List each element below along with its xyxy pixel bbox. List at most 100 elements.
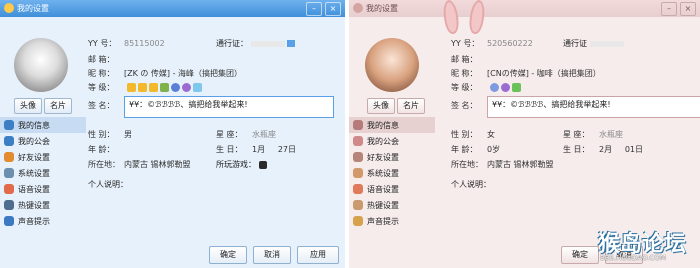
birthday-day: 27日 — [277, 145, 296, 154]
window-title: 我的设置 — [366, 4, 398, 13]
pass-label: 通行证： — [216, 39, 248, 48]
music-note-icon — [353, 216, 363, 226]
sidebar-item-label: 我的公会 — [18, 136, 50, 146]
emblem-icon — [500, 83, 510, 92]
crown-icon — [148, 83, 158, 92]
forum-watermark: 猴岛论坛 BBS.HOUDAO.COM — [598, 226, 698, 266]
window-title: 我的设置 — [17, 4, 49, 13]
sidebar-item-sound-alerts[interactable]: 声音提示 — [0, 213, 86, 229]
level-label: 等 级： — [451, 83, 478, 92]
pass-label: 通行证 — [563, 39, 587, 48]
signature-input[interactable]: ¥¥：©ℬℬℬℬ、搞把给我举起来! — [487, 96, 700, 118]
sidebar-item-label: 好友设置 — [367, 152, 399, 162]
nick-label: 昵 称： — [88, 69, 115, 78]
ok-button[interactable]: 确定 — [209, 246, 247, 264]
sidebar-item-system-settings[interactable]: 系统设置 — [349, 165, 435, 181]
gender-value: 女 — [487, 130, 495, 139]
age-value: 0岁 — [487, 145, 501, 154]
level-badges — [126, 83, 202, 92]
speaker-icon — [4, 184, 14, 194]
cancel-button[interactable]: 取消 — [253, 246, 291, 264]
gender-label: 性 别： — [88, 130, 115, 139]
yy-value: 520560222 — [487, 39, 533, 48]
sidebar-item-system-settings[interactable]: 系统设置 — [0, 165, 86, 181]
sidebar-item-label: 我的公会 — [367, 136, 399, 146]
avatar-button[interactable]: 头像 — [14, 98, 42, 114]
flag-icon — [353, 136, 363, 146]
avatar[interactable] — [14, 38, 68, 92]
close-button[interactable]: × — [680, 2, 696, 16]
sidebar-item-label: 热键设置 — [367, 200, 399, 210]
age-label: 年 龄： — [88, 145, 115, 154]
zodiac-label: 星 座： — [216, 130, 243, 139]
sidebar-item-friend-settings[interactable]: 好友设置 — [0, 149, 86, 165]
ear-left — [441, 0, 461, 35]
sidebar-item-label: 我的信息 — [367, 120, 399, 130]
bio-label: 个人说明： — [451, 180, 491, 189]
close-button[interactable]: × — [325, 2, 341, 16]
zodiac-value: 水瓶座 — [252, 130, 276, 139]
games-label: 所玩游戏： — [216, 160, 256, 169]
birthday-day: 01日 — [624, 145, 643, 154]
emblem-icon — [170, 83, 180, 92]
nick-value: [ZK の 传媒] - 海峰（搞把集团） — [124, 69, 243, 78]
level-badges — [489, 83, 521, 92]
minimize-button[interactable]: – — [306, 2, 322, 16]
crown-icon — [137, 83, 147, 92]
apply-button[interactable]: 应用 — [297, 246, 339, 264]
sig-label: 签 名： — [451, 101, 478, 110]
title-bar: 我的设置 – × — [349, 0, 700, 35]
sidebar-item-hotkey-settings[interactable]: 热键设置 — [349, 197, 435, 213]
zodiac-label: 星 座： — [563, 130, 590, 139]
yy-value: 85115002 — [124, 39, 165, 48]
avatar-button[interactable]: 头像 — [367, 98, 395, 114]
location-label: 所在地： — [88, 160, 120, 169]
ok-button[interactable]: 确定 — [561, 246, 599, 264]
yy-label: YY 号： — [88, 39, 117, 48]
flag-icon — [4, 136, 14, 146]
ear-right — [467, 0, 487, 35]
card-button[interactable]: 名片 — [44, 98, 72, 114]
app-icon — [4, 3, 14, 13]
avatar[interactable] — [365, 38, 419, 92]
sidebar-item-my-guild[interactable]: 我的公会 — [0, 133, 86, 149]
mail-label: 邮 箱： — [451, 55, 478, 64]
app-icon — [353, 3, 363, 13]
sidebar-item-voice-settings[interactable]: 语音设置 — [0, 181, 86, 197]
friends-icon — [353, 152, 363, 162]
mail-label: 邮 箱： — [88, 55, 115, 64]
card-button[interactable]: 名片 — [397, 98, 425, 114]
birthday-label: 生 日： — [563, 145, 590, 154]
birthday-month: 2月 — [599, 145, 613, 154]
sidebar-item-hotkey-settings[interactable]: 热键设置 — [0, 197, 86, 213]
sidebar-item-my-info[interactable]: 我的信息 — [0, 117, 86, 133]
birthday-label: 生 日： — [216, 145, 243, 154]
yy-label: YY 号： — [451, 39, 480, 48]
edit-icon[interactable] — [287, 40, 296, 47]
location-label: 所在地： — [451, 160, 483, 169]
sidebar-item-my-guild[interactable]: 我的公会 — [349, 133, 435, 149]
sidebar-item-my-info[interactable]: 我的信息 — [349, 117, 435, 133]
signature-input[interactable]: ¥¥：©ℬℬℬℬ、搞把给我举起来! — [124, 96, 334, 118]
sidebar-item-label: 声音提示 — [18, 216, 50, 226]
clover-icon — [511, 83, 521, 92]
person-icon — [353, 120, 363, 130]
gender-value: 男 — [124, 130, 132, 139]
zodiac-value: 水瓶座 — [599, 130, 623, 139]
gear-icon — [4, 168, 14, 178]
sidebar-item-friend-settings[interactable]: 好友设置 — [349, 149, 435, 165]
gear-icon — [353, 168, 363, 178]
keyboard-icon — [4, 200, 14, 210]
minimize-button[interactable]: – — [661, 2, 677, 16]
sidebar-item-label: 好友设置 — [18, 152, 50, 162]
sidebar-item-voice-settings[interactable]: 语音设置 — [349, 181, 435, 197]
sig-label: 签 名： — [88, 101, 115, 110]
sidebar-item-label: 热键设置 — [18, 200, 50, 210]
pass-value-redacted — [589, 40, 624, 47]
sidebar-item-label: 我的信息 — [18, 120, 50, 130]
sidebar-item-label: 声音提示 — [367, 216, 399, 226]
sidebar-item-sound-alerts[interactable]: 声音提示 — [349, 213, 435, 229]
speaker-icon — [353, 184, 363, 194]
bio-label: 个人说明： — [88, 180, 128, 189]
leaf-icon — [159, 83, 169, 92]
